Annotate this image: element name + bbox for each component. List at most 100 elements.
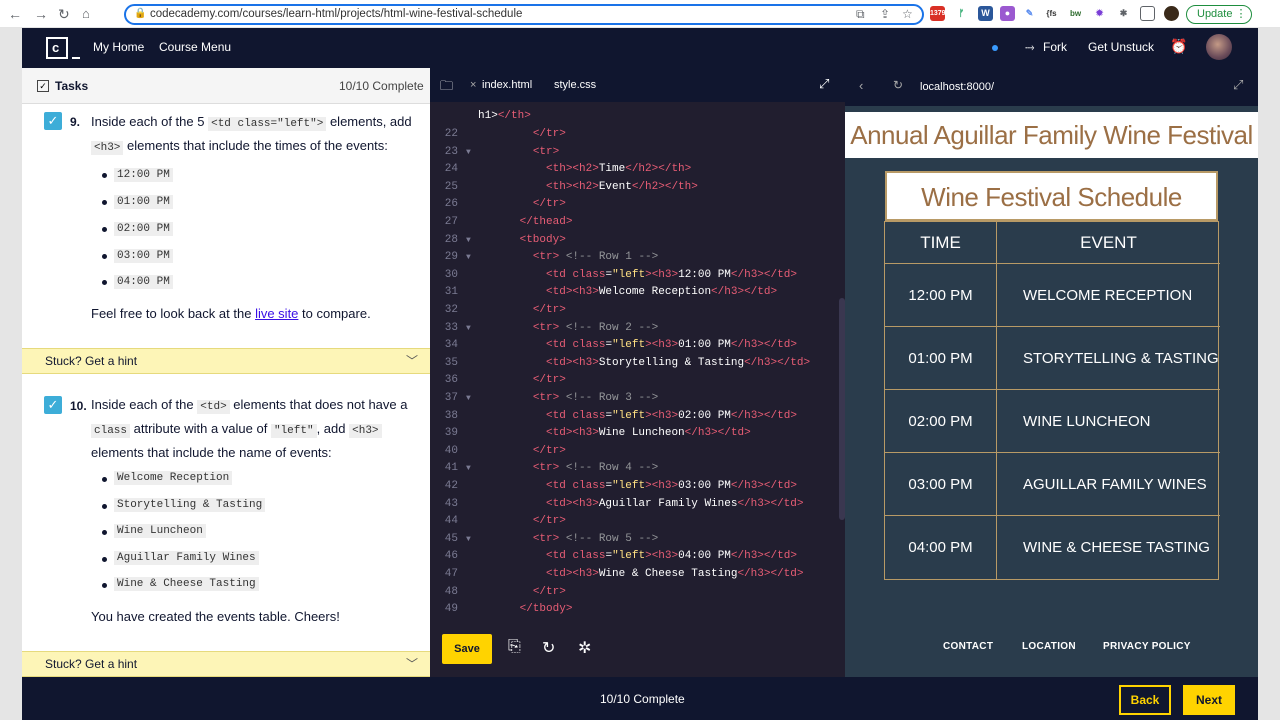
app-header: c My Home Course Menu ⤑ Fork Get Unstuck… [22,28,1258,68]
bullet-icon [102,227,107,232]
fold-arrow-icon: ▼ [466,147,471,157]
share-icon[interactable]: ⇪ [880,7,890,21]
preview-expand-icon[interactable]: ⤢ [1233,77,1243,93]
address-url: codecademy.com/courses/learn-html/projec… [150,8,523,20]
table-row: 04:00 PM WINE & CHEESE TASTING [885,516,1220,579]
code-line: 28 ▼ <tbody> [430,232,840,250]
fold-arrow-icon: ▼ [466,534,471,544]
magic-clear-icon[interactable]: ✲ [578,638,591,658]
address-bar[interactable]: 🔒 codecademy.com/courses/learn-html/proj… [124,4,924,25]
code-line: 23 ▼ <tr> [430,144,840,162]
extension-gear-icon[interactable]: ✹ [1092,6,1107,21]
hint-toggle[interactable]: Stuck? Get a hint ﹀ [22,651,430,677]
time-item: 12:00 PM [114,168,173,182]
line-number: 42 [444,480,458,492]
puzzle-icon[interactable]: ✱ [1116,6,1131,21]
hint-label: Stuck? Get a hint [45,354,138,368]
column-header-time: TIME [885,222,997,264]
get-unstuck-link[interactable]: Get Unstuck [1088,40,1154,54]
code-area[interactable]: h1></th> 22 </tr> 23 ▼ <tr> 24 <th><h2>Time<… [430,102,845,622]
extension-fs-icon[interactable]: {fs [1044,6,1059,21]
extension-tree-icon[interactable]: ᚠ [954,6,969,21]
footer-location-link[interactable]: LOCATION [1022,641,1076,652]
save-button[interactable]: Save [442,634,492,664]
event-item: Wine & Cheese Tasting [114,577,259,591]
line-number: 22 [444,128,458,140]
codecademy-logo[interactable]: c [46,37,80,59]
line-number: 26 [444,198,458,211]
task-9-note: Feel free to look back at the live site … [91,303,421,325]
task-9-text-pre: Inside each of the 5 [91,114,205,129]
event-item: Welcome Reception [114,471,233,485]
preview-toolbar: ‹ ↻ localhost:8000/ ⤢ [845,68,1258,106]
alarm-clock-icon[interactable]: ⏰ [1170,38,1187,55]
preview-refresh-icon[interactable]: ↻ [893,78,903,92]
home-icon[interactable]: ⌂ [82,5,90,23]
line-number: 43 [444,497,458,510]
code-line: 38 <td class="left><h3>02:00 PM</h3></td… [430,408,840,426]
expand-icon[interactable]: ⤢ [819,76,829,92]
fork-link[interactable]: Fork [1043,40,1067,54]
refresh-icon[interactable]: ↻ [542,638,555,658]
hint-toggle[interactable]: Stuck? Get a hint ﹀ [22,348,430,374]
row-event: WINE & CHEESE TASTING [1023,539,1210,556]
tab-index-html[interactable]: index.html [482,79,532,91]
extension-badge-icon[interactable]: 1379 [930,6,946,21]
close-tab-icon[interactable]: × [470,79,476,91]
word-extension-icon[interactable]: W [978,6,993,21]
extension-bw-icon[interactable]: bw [1068,6,1083,21]
live-site-link[interactable]: live site [255,306,298,321]
preview-back-icon[interactable]: ‹ [859,78,863,93]
next-button[interactable]: Next [1183,685,1235,715]
preview-url[interactable]: localhost:8000/ [920,76,1212,98]
line-number: 30 [444,268,458,281]
line-number: 48 [444,585,458,598]
my-home-link[interactable]: My Home [93,40,144,54]
editor-footer: Save ⎘ ↻ ✲ [430,622,845,677]
row-event: WINE LUNCHEON [1023,413,1151,430]
row-event: WELCOME RECEPTION [1023,287,1193,304]
folder-icon[interactable]: 🗀 [440,77,453,99]
extension-pen-icon[interactable]: ✎ [1022,6,1037,21]
back-button[interactable]: Back [1119,685,1171,715]
task-9-text-post: elements that include the times of the e… [127,138,388,153]
back-arrow-icon[interactable]: ← [8,5,22,23]
fork-icon[interactable]: ⤑ [1025,40,1035,55]
time-item: 04:00 PM [114,275,173,289]
profile-icon[interactable] [1164,6,1179,21]
footer-privacy-link[interactable]: PRIVACY POLICY [1103,641,1191,652]
line-number: 45 [444,532,458,545]
lesson-footer: 10/10 Complete Back Next [22,677,1258,720]
course-menu-link[interactable]: Course Menu [159,40,231,54]
line-number: 24 [444,163,458,176]
avatar[interactable] [1206,34,1232,60]
fold-arrow-icon: ▼ [466,253,471,263]
sidepanel-icon[interactable] [1140,6,1155,21]
reload-icon[interactable]: ↻ [58,5,70,23]
preview-page: Annual Aguillar Family Wine Festival Win… [845,106,1258,677]
line-number: 27 [444,216,458,228]
update-button[interactable]: Update ⋮ [1186,5,1252,24]
row-time: 12:00 PM [885,264,997,327]
code-line: 44 </tr> [430,513,840,531]
time-item: 02:00 PM [114,222,173,236]
copy-icon[interactable]: ⎘ [508,638,521,656]
install-icon[interactable]: ⧉ [856,7,865,22]
extension-purple-icon[interactable]: ● [1000,6,1015,21]
forward-arrow-icon[interactable]: → [34,5,48,23]
column-header-event: EVENT [997,222,1220,264]
task-10-code-left: "left" [270,424,317,438]
code-line: 42 <td class="left><h3>03:00 PM</h3></td… [430,478,840,496]
line-number: 40 [444,444,458,457]
line-number: 36 [444,374,458,387]
task-10-text-pre: Inside each of the [91,397,194,412]
update-label: Update [1197,8,1233,20]
festival-heading: Annual Aguillar Family Wine Festival [845,112,1258,158]
footer-contact-link[interactable]: CONTACT [943,641,993,652]
table-row: 03:00 PM AGUILLAR FAMILY WINES [885,453,1220,516]
task-10-text: Inside each of the <td> elements that do… [91,394,416,464]
tab-style-css[interactable]: style.css [554,79,596,91]
bookmark-star-icon[interactable]: ☆ [902,7,913,21]
event-item: Aguillar Family Wines [114,551,259,565]
code-line: 24 <th><h2>Time</h2></th> [430,161,840,179]
